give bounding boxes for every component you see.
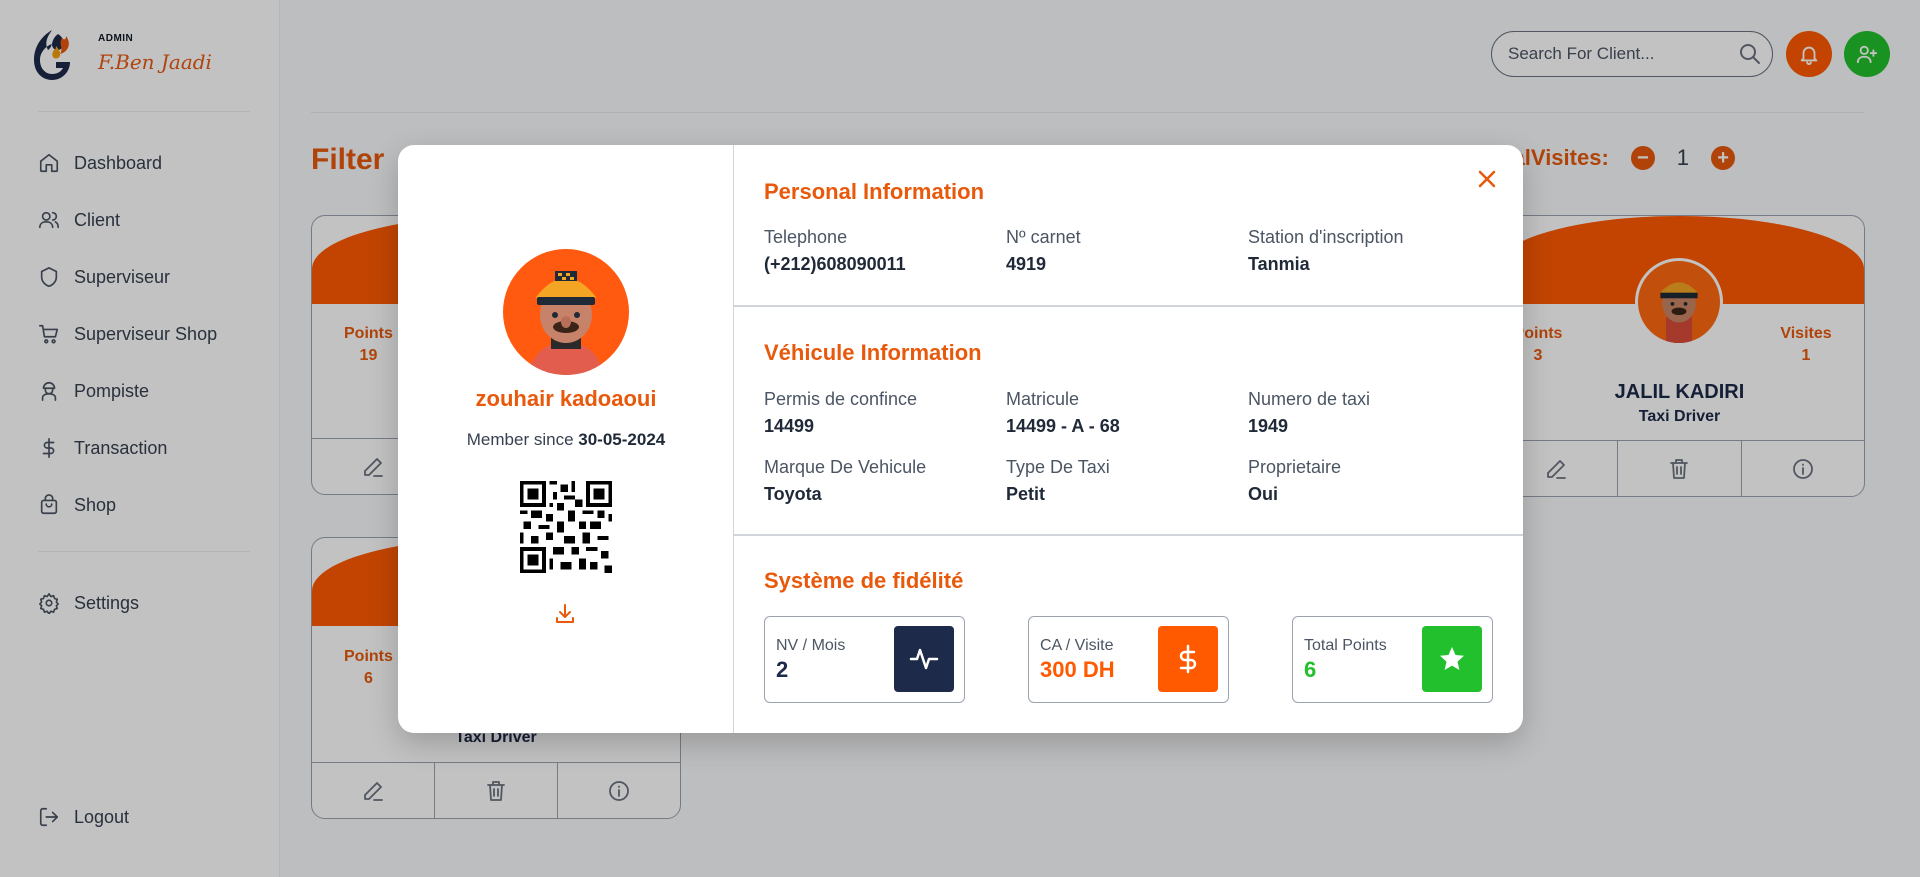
dollar-icon	[1179, 644, 1197, 674]
vehicle-info-title: Véhicule Information	[764, 340, 982, 365]
field-value: 14499	[764, 416, 815, 436]
stat-value: 300 DH	[1040, 657, 1115, 682]
field-value: (+212)608090011	[764, 254, 906, 274]
field-telephone: Telephone (+212)608090011	[764, 226, 994, 275]
personal-info-title: Personal Information	[764, 179, 985, 204]
avatar	[503, 249, 629, 375]
client-details-modal: zouhair kadoaoui Member since 30-05-2024	[398, 145, 1523, 733]
field-value: 14499 - A - 68	[1006, 416, 1120, 436]
member-since: Member since 30-05-2024	[398, 430, 734, 450]
field-label: Matricule	[1006, 389, 1080, 409]
qr-code	[520, 481, 612, 573]
stat-total-points: Total Points 6	[1292, 616, 1493, 703]
client-name: zouhair kadoaoui	[475, 386, 657, 411]
field-proprietaire: Proprietaire Oui	[1248, 456, 1478, 505]
stat-label: Total Points	[1304, 637, 1387, 654]
field-label: Type De Taxi	[1006, 457, 1110, 477]
field-label: Numero de taxi	[1248, 389, 1371, 409]
stat-icon-box	[1158, 626, 1218, 692]
stat-visits-per-month: NV / Mois 2	[764, 616, 965, 703]
download-qr-button[interactable]	[553, 602, 577, 626]
stat-icon-box	[894, 626, 954, 692]
field-label: Permis de confince	[764, 389, 918, 409]
field-marque: Marque De Vehicule Toyota	[764, 456, 994, 505]
modal-profile-panel: zouhair kadoaoui Member since 30-05-2024	[398, 145, 734, 733]
field-label: Proprietaire	[1248, 457, 1342, 477]
member-since-label: Member since	[466, 430, 574, 449]
member-since-date: 30-05-2024	[578, 430, 666, 449]
close-icon	[1478, 170, 1496, 188]
field-type-taxi: Type De Taxi Petit	[1006, 456, 1236, 505]
field-label: Telephone	[764, 227, 848, 247]
field-value: Petit	[1006, 484, 1046, 504]
loyalty-title: Système de fidélité	[764, 568, 964, 593]
stat-value: 6	[1304, 657, 1317, 682]
field-station: Station d'inscription Tanmia	[1248, 226, 1478, 275]
field-value: 4919	[1006, 254, 1047, 274]
modal-details-panel: Personal Information Telephone (+212)608…	[734, 145, 1523, 733]
close-modal-button[interactable]	[1473, 165, 1501, 193]
stat-revenue-per-visit: CA / Visite 300 DH	[1028, 616, 1229, 703]
activity-icon	[909, 648, 939, 670]
field-carnet: Nº carnet 4919	[1006, 226, 1236, 275]
stat-value: 2	[776, 657, 789, 682]
field-permis: Permis de confince 14499	[764, 388, 994, 437]
section-divider	[734, 305, 1523, 307]
field-value: Toyota	[764, 484, 822, 504]
field-matricule: Matricule 14499 - A - 68	[1006, 388, 1236, 437]
field-label: Station d'inscription	[1248, 227, 1404, 247]
section-divider	[734, 534, 1523, 536]
download-icon	[556, 604, 574, 623]
stat-label: CA / Visite	[1040, 637, 1114, 654]
field-numero-taxi: Numero de taxi 1949	[1248, 388, 1478, 437]
star-icon	[1440, 647, 1464, 670]
stat-icon-box	[1422, 626, 1482, 692]
field-value: 1949	[1248, 416, 1289, 436]
driver-avatar-image	[529, 271, 603, 375]
field-value: Oui	[1248, 484, 1278, 504]
field-value: Tanmia	[1248, 254, 1310, 274]
stat-label: NV / Mois	[776, 637, 846, 654]
field-label: Marque De Vehicule	[764, 457, 927, 477]
field-label: Nº carnet	[1006, 227, 1081, 247]
